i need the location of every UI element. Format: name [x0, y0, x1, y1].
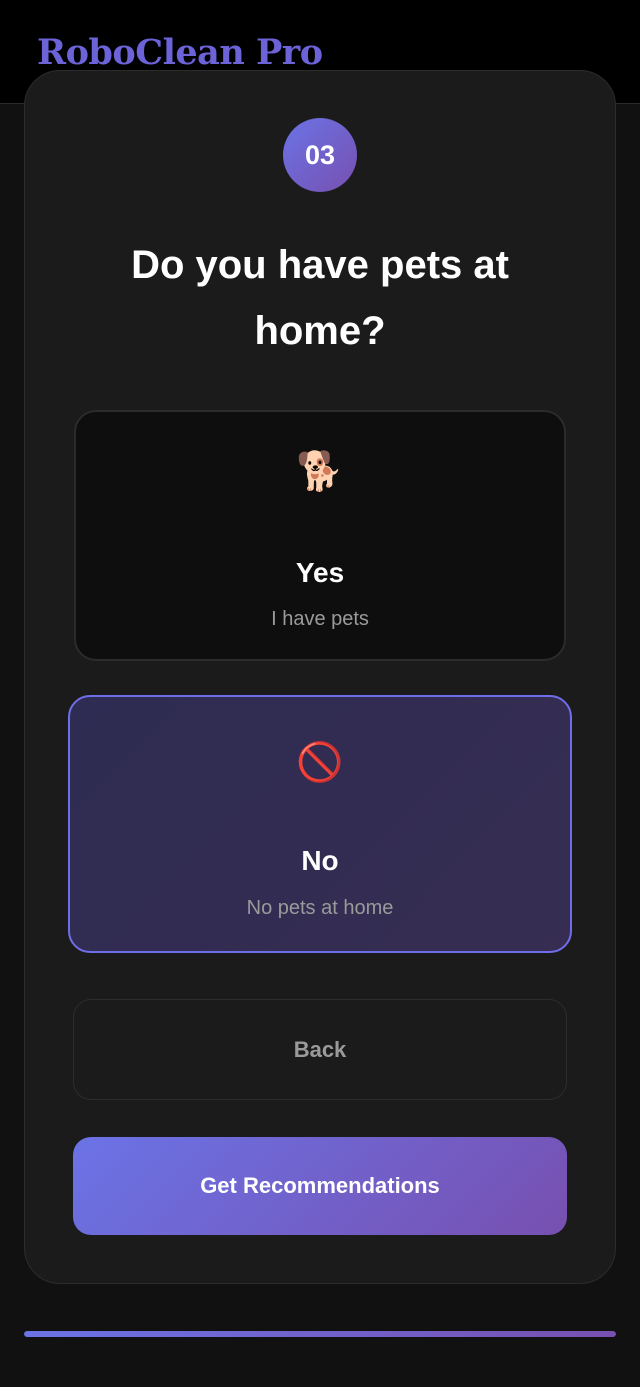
progress-bar [24, 1331, 616, 1337]
prohibited-icon: 🚫 [296, 742, 344, 784]
option-yes-subtitle: I have pets [271, 608, 369, 630]
step-number-badge: 03 [283, 118, 357, 192]
back-button[interactable]: Back [73, 999, 567, 1100]
app-title[interactable]: RoboClean Pro [37, 32, 323, 73]
option-no[interactable]: 🚫 No No pets at home [68, 695, 572, 953]
progress-bar-fill [24, 1331, 616, 1337]
option-no-subtitle: No pets at home [246, 897, 394, 919]
option-no-title: No [301, 845, 339, 876]
question-title: Do you have pets at home? [131, 243, 509, 353]
dog-icon: 🐕 [296, 451, 344, 493]
option-yes[interactable]: 🐕 Yes I have pets [74, 410, 566, 661]
option-yes-title: Yes [295, 557, 345, 588]
get-recommendations-button[interactable]: Get Recommendations [73, 1137, 567, 1235]
